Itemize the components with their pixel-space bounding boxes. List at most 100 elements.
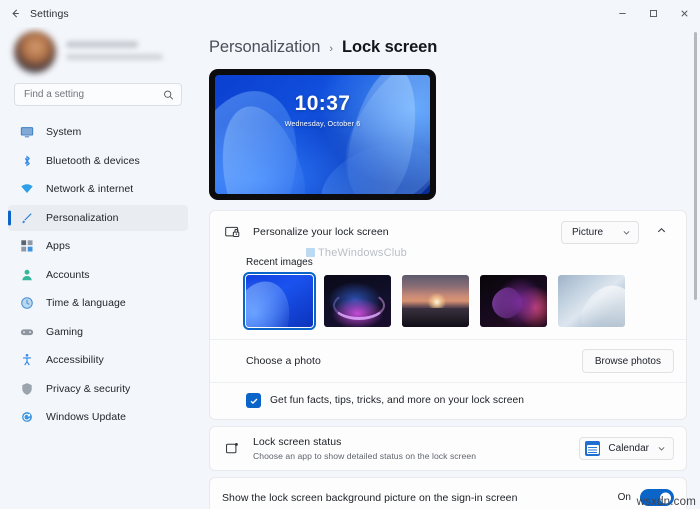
breadcrumb-parent[interactable]: Personalization [209,38,320,57]
sidebar-item-accounts[interactable]: Accounts [8,262,188,288]
close-button[interactable] [669,0,700,27]
apps-grid-icon [19,238,35,254]
sidebar-item-label: Network & internet [46,183,134,195]
chevron-down-icon [622,228,631,237]
user-profile[interactable] [8,27,188,83]
signin-picture-row[interactable]: Show the lock screen background picture … [210,478,686,509]
lock-screen-status-row[interactable]: Lock screen status Choose an app to show… [210,427,686,470]
recent-images-section: Recent images [210,253,686,339]
choose-photo-row: Choose a photo Browse photos [210,339,686,382]
sidebar-item-personalization[interactable]: Personalization [8,204,188,231]
sidebar-item-label: Privacy & security [46,382,131,395]
sidebar-item-label: System [46,126,82,138]
search-box[interactable] [14,83,182,106]
sidebar-item-accessibility[interactable]: Accessibility [8,347,188,373]
lock-screen-status-text: Lock screen status Choose an app to show… [253,436,568,461]
personalize-text: Personalize your lock screen [253,226,550,238]
chevron-up-icon [656,223,667,241]
shield-icon [19,381,35,397]
window-body: System Bluetooth & devices [0,27,700,509]
avatar [14,31,56,73]
title-bar: Settings [0,0,700,27]
personalize-controls: Picture [561,220,674,244]
preview-device-frame: 10:37 Wednesday, October 6 [209,69,436,200]
lock-screen-preview: 10:37 Wednesday, October 6 [209,69,687,210]
person-icon [19,267,35,283]
dropdown-value: Calendar [608,442,649,454]
window-title: Settings [30,7,69,20]
sidebar: System Bluetooth & devices [0,27,196,509]
lock-screen-type-dropdown[interactable]: Picture [561,220,639,244]
dropdown-value: Picture [572,226,604,238]
lock-screen-status-app-dropdown[interactable]: Calendar [579,436,674,460]
breadcrumb-separator-icon: › [329,43,333,55]
search-icon [163,89,174,100]
main-content: Personalization › Lock screen 10:37 Wedn… [196,27,700,509]
bluetooth-icon [19,153,35,169]
lock-screen-status-title: Lock screen status [253,436,342,448]
breadcrumb: Personalization › Lock screen [209,27,700,69]
sidebar-item-system[interactable]: System [8,119,188,145]
sidebar-item-label: Accounts [46,268,90,281]
sidebar-nav: System Bluetooth & devices Network & int… [8,118,188,509]
expand-collapse-button[interactable] [648,220,674,244]
signin-picture-label: Show the lock screen background picture … [222,491,518,504]
wifi-icon [19,181,35,197]
sidebar-item-apps[interactable]: Apps [8,233,188,259]
minimize-button[interactable] [607,0,638,27]
toggle-knob [660,492,671,503]
signin-picture-card: Show the lock screen background picture … [209,476,687,509]
lock-screen-icon [222,222,242,242]
recent-images-label: Recent images [246,257,313,268]
profile-text [66,39,182,66]
recent-image-thumbnail[interactable] [480,275,547,327]
fun-facts-label: Get fun facts, tips, tricks, and more on… [270,395,525,406]
browse-photos-button[interactable]: Browse photos [581,349,674,373]
chevron-down-icon [657,444,666,453]
accessibility-person-icon [19,352,35,368]
scrollbar-thumb[interactable] [694,32,697,300]
search-input[interactable] [15,84,181,105]
fun-facts-checkbox[interactable] [246,393,261,408]
sidebar-item-network-internet[interactable]: Network & internet [8,176,188,202]
signin-picture-controls: On [618,489,674,506]
recent-image-thumbnail[interactable] [402,275,469,327]
calendar-app-icon [585,440,601,456]
personalize-card: Personalize your lock screen Picture Rec… [209,210,687,420]
sidebar-item-label: Time & language [46,297,126,309]
preview-screen: 10:37 Wednesday, October 6 [215,75,430,194]
fun-facts-row[interactable]: Get fun facts, tips, tricks, and more on… [210,382,686,419]
settings-scroll-area: 10:37 Wednesday, October 6 Personalize y… [209,69,700,509]
preview-time: 10:37 [294,92,351,115]
clock-globe-icon [19,295,35,311]
personalize-title: Personalize your lock screen [253,226,389,238]
recent-image-thumbnail[interactable] [558,275,625,327]
sidebar-item-label: Accessibility [46,354,104,366]
sidebar-item-time-language[interactable]: Time & language [8,290,188,316]
sidebar-item-gaming[interactable]: Gaming [8,319,188,345]
signin-picture-toggle[interactable] [640,489,674,506]
sidebar-item-privacy-security[interactable]: Privacy & security [8,376,188,402]
back-button[interactable] [0,0,30,27]
recent-image-thumbnail[interactable] [242,271,317,331]
content-scrollbar[interactable] [694,32,697,475]
sidebar-item-label: Personalization [46,211,119,224]
signin-picture-text: Show the lock screen background picture … [222,492,607,504]
gamepad-icon [19,324,35,340]
lock-screen-status-card: Lock screen status Choose an app to show… [209,426,687,471]
preview-date: Wednesday, October 6 [284,119,361,128]
sidebar-item-label: Bluetooth & devices [46,154,140,167]
personalize-row[interactable]: Personalize your lock screen Picture [210,211,686,253]
maximize-button[interactable] [638,0,669,27]
toggle-state-label: On [617,492,631,503]
preview-clock: 10:37 Wednesday, October 6 [215,93,430,128]
profile-email-redacted [66,53,164,60]
choose-photo-label: Choose a photo [246,355,321,367]
sidebar-item-label: Gaming [46,325,84,338]
profile-name-redacted [66,40,138,48]
sidebar-item-bluetooth-devices[interactable]: Bluetooth & devices [8,148,188,174]
sidebar-item-windows-update[interactable]: Windows Update [8,404,188,430]
recent-image-thumbnail[interactable] [324,275,391,327]
lock-screen-status-controls: Calendar [579,436,674,460]
choose-photo-text: Choose a photo [246,355,571,367]
